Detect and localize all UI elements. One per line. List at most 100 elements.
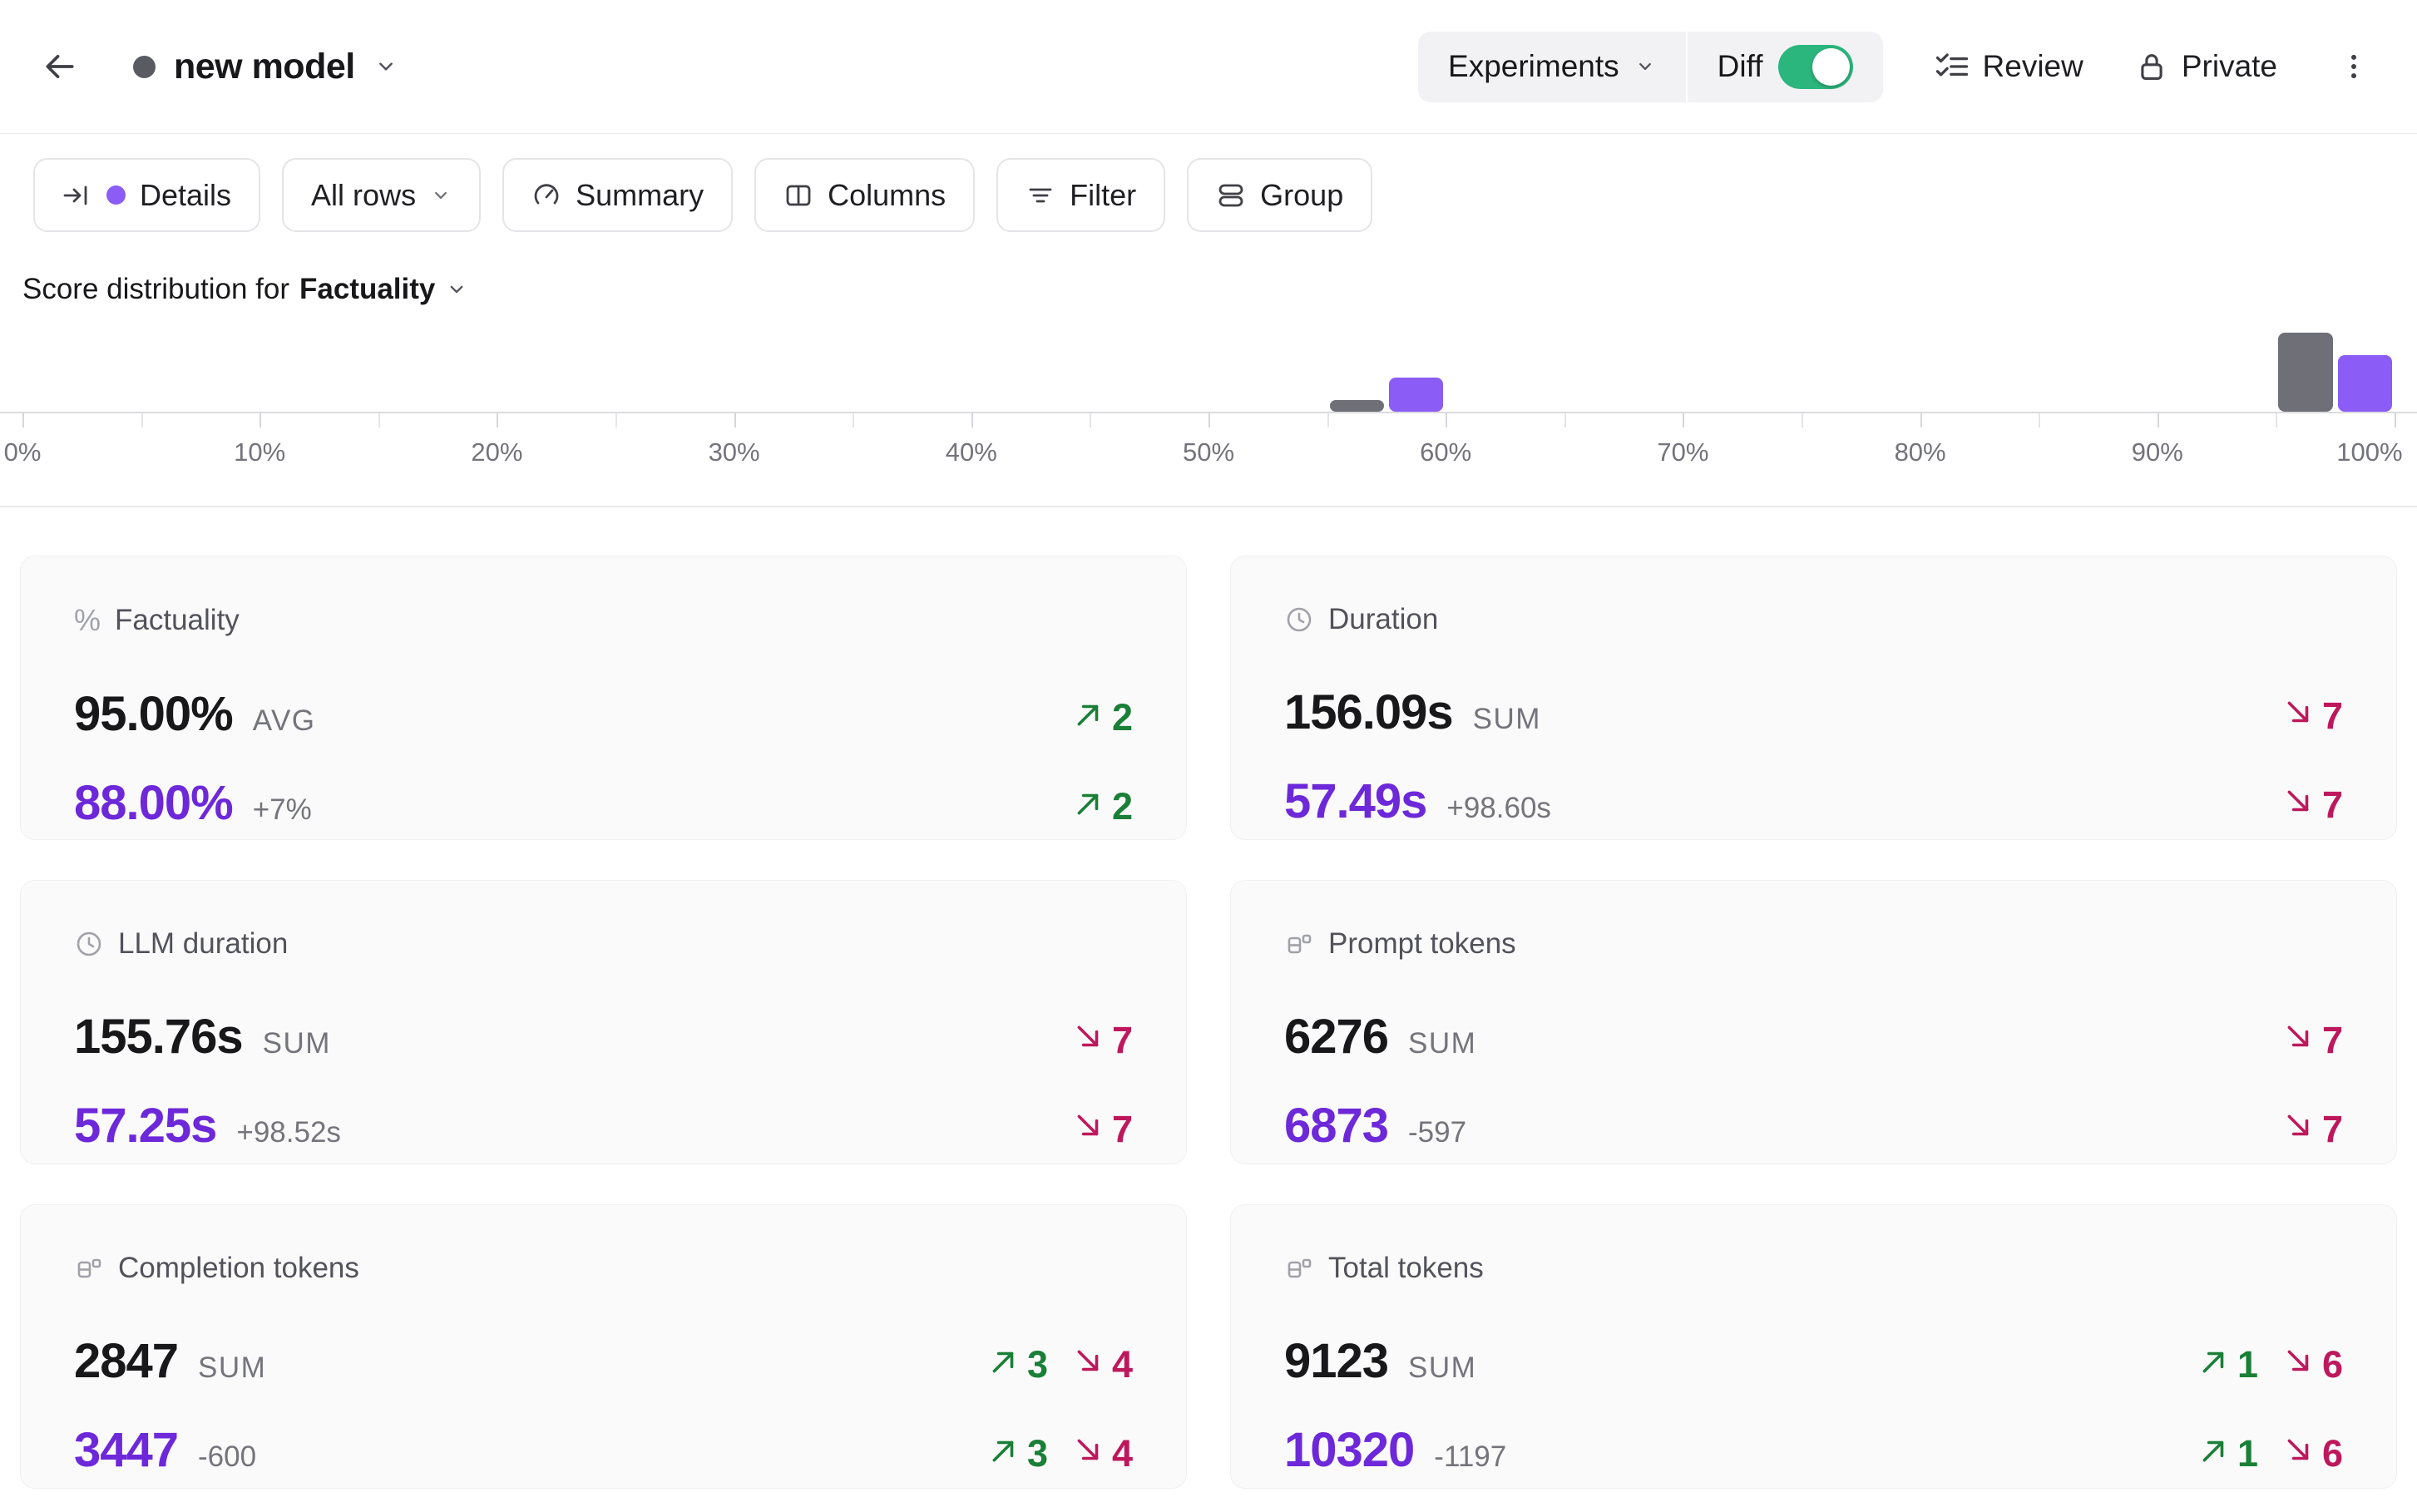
- tokens-icon: [1284, 1253, 1314, 1283]
- improved-count: 3: [988, 1432, 1048, 1475]
- axis-tick: [1683, 413, 1684, 427]
- axis-tick: [2276, 413, 2277, 427]
- histogram-plot: [0, 316, 2417, 412]
- aggregation-label: SUM: [1408, 1351, 1476, 1385]
- aggregation-label: AVG: [253, 704, 316, 738]
- card-completion-tokens: Completion tokens 2847 SUM 3 4 3447 -600…: [20, 1204, 1187, 1489]
- comparison-value: 10320: [1284, 1422, 1414, 1478]
- primary-metric-row: 156.09s SUM 7: [1284, 684, 2343, 740]
- tokens-icon: [74, 1253, 104, 1283]
- primary-value: 156.09s: [1284, 684, 1453, 740]
- chart-bottom-divider: [0, 506, 2417, 507]
- aggregation-label: SUM: [198, 1351, 266, 1385]
- card-factuality: % Factuality 95.00% AVG 2 88.00% +7% 2: [20, 556, 1187, 840]
- axis-tick: [259, 413, 261, 427]
- primary-metric-row: 6276 SUM 7: [1284, 1009, 2343, 1065]
- card-title-label: Prompt tokens: [1328, 927, 1516, 961]
- card-duration: Duration 156.09s SUM 7 57.49s +98.60s 7: [1230, 556, 2397, 840]
- card-prompt-tokens: Prompt tokens 6276 SUM 7 6873 -597 7: [1230, 880, 2397, 1164]
- axis-tick: [2395, 413, 2396, 427]
- axis-tick: [971, 413, 973, 427]
- axis-tick: [1090, 413, 1091, 427]
- regressed-count: 7: [1073, 1108, 1133, 1151]
- gray-experiment-bar: [1330, 400, 1384, 412]
- card-title-label: LLM duration: [118, 927, 288, 961]
- axis-tick-label: 20%: [471, 437, 522, 467]
- axis-tick: [853, 413, 854, 427]
- axis-tick: [378, 413, 380, 427]
- primary-value: 9123: [1284, 1333, 1388, 1389]
- axis-tick: [1208, 413, 1210, 427]
- regressed-count: 7: [2283, 1108, 2343, 1151]
- axis-tick-label: 0%: [4, 437, 42, 467]
- primary-metric-row: 9123 SUM 1 6: [1284, 1333, 2343, 1389]
- axis-tick-label: 40%: [946, 437, 997, 467]
- axis-tick-label: 60%: [1420, 437, 1471, 467]
- axis-tick: [22, 413, 24, 427]
- axis-tick: [1920, 413, 1922, 427]
- comparison-value: 57.49s: [1284, 773, 1426, 829]
- aggregation-label: SUM: [263, 1027, 331, 1060]
- axis-tick: [1446, 413, 1447, 427]
- comparison-metric-row: 6873 -597 7: [1284, 1098, 2343, 1154]
- axis-tick: [1564, 413, 1566, 427]
- delta-label: +98.60s: [1446, 792, 1551, 825]
- axis-tick-label: 50%: [1183, 437, 1234, 467]
- axis-tick: [141, 413, 143, 427]
- primary-metric-row: 2847 SUM 3 4: [74, 1333, 1133, 1389]
- purple-experiment-bar: [1389, 378, 1443, 412]
- axis-tick-label: 30%: [709, 437, 760, 467]
- axis-tick-label: 10%: [234, 437, 285, 467]
- delta-label: -1197: [1434, 1440, 1506, 1474]
- regressed-count: 7: [2283, 1019, 2343, 1062]
- aggregation-label: SUM: [1408, 1027, 1476, 1060]
- comparison-metric-row: 3447 -600 3 4: [74, 1422, 1133, 1478]
- regressed-count: 7: [1073, 1019, 1133, 1062]
- axis-tick: [497, 413, 498, 427]
- primary-metric-row: 155.76s SUM 7: [74, 1009, 1133, 1065]
- aggregation-label: SUM: [1473, 703, 1541, 736]
- tokens-icon: [1284, 929, 1314, 959]
- delta-label: +7%: [253, 793, 312, 827]
- axis-tick-label: 100%: [2336, 437, 2402, 467]
- purple-experiment-bar: [2338, 355, 2392, 412]
- regressed-count: 7: [2283, 783, 2343, 827]
- regressed-count: 6: [2283, 1343, 2343, 1386]
- gray-experiment-bar: [2278, 333, 2332, 412]
- regressed-count: 4: [1073, 1343, 1133, 1386]
- card-total-tokens: Total tokens 9123 SUM 1 6 10320 -1197 1 …: [1230, 1204, 2397, 1489]
- axis-tick-label: 70%: [1657, 437, 1708, 467]
- delta-label: -600: [198, 1440, 256, 1474]
- comparison-metric-row: 57.25s +98.52s 7: [74, 1098, 1133, 1154]
- primary-value: 6276: [1284, 1009, 1388, 1065]
- axis-tick: [1802, 413, 1803, 427]
- card-title-label: Completion tokens: [118, 1252, 359, 1285]
- axis-tick-label: 90%: [2132, 437, 2183, 467]
- card-llm-duration: LLM duration 155.76s SUM 7 57.25s +98.52…: [20, 880, 1187, 1164]
- comparison-value: 3447: [74, 1422, 178, 1478]
- card-title-label: Duration: [1328, 603, 1438, 636]
- comparison-value: 57.25s: [74, 1098, 216, 1154]
- regressed-count: 7: [2283, 694, 2343, 738]
- card-title-label: Total tokens: [1328, 1252, 1484, 1285]
- improved-count: 3: [988, 1343, 1048, 1386]
- regressed-count: 6: [2283, 1432, 2343, 1475]
- delta-label: -597: [1408, 1116, 1466, 1149]
- comparison-metric-row: 10320 -1197 1 6: [1284, 1422, 2343, 1478]
- improved-count: 1: [2198, 1432, 2258, 1475]
- comparison-value: 6873: [1284, 1098, 1388, 1154]
- axis-tick: [2158, 413, 2159, 427]
- axis-tick-label: 80%: [1895, 437, 1946, 467]
- comparison-metric-row: 57.49s +98.60s 7: [1284, 773, 2343, 829]
- primary-value: 95.00%: [74, 686, 233, 742]
- card-title-label: Factuality: [115, 604, 240, 637]
- primary-metric-row: 95.00% AVG 2: [74, 686, 1133, 742]
- comparison-metric-row: 88.00% +7% 2: [74, 775, 1133, 831]
- metric-cards-grid: % Factuality 95.00% AVG 2 88.00% +7% 2 D…: [20, 556, 2397, 1489]
- improved-count: 1: [2198, 1343, 2258, 1386]
- axis-tick: [2039, 413, 2040, 427]
- axis-tick: [1327, 413, 1329, 427]
- score-distribution-chart: 0% 10% 20% 30% 40% 50% 60% 70% 80% 90% 100%: [0, 0, 2417, 520]
- clock-icon: [1284, 605, 1314, 635]
- axis-tick: [615, 413, 617, 427]
